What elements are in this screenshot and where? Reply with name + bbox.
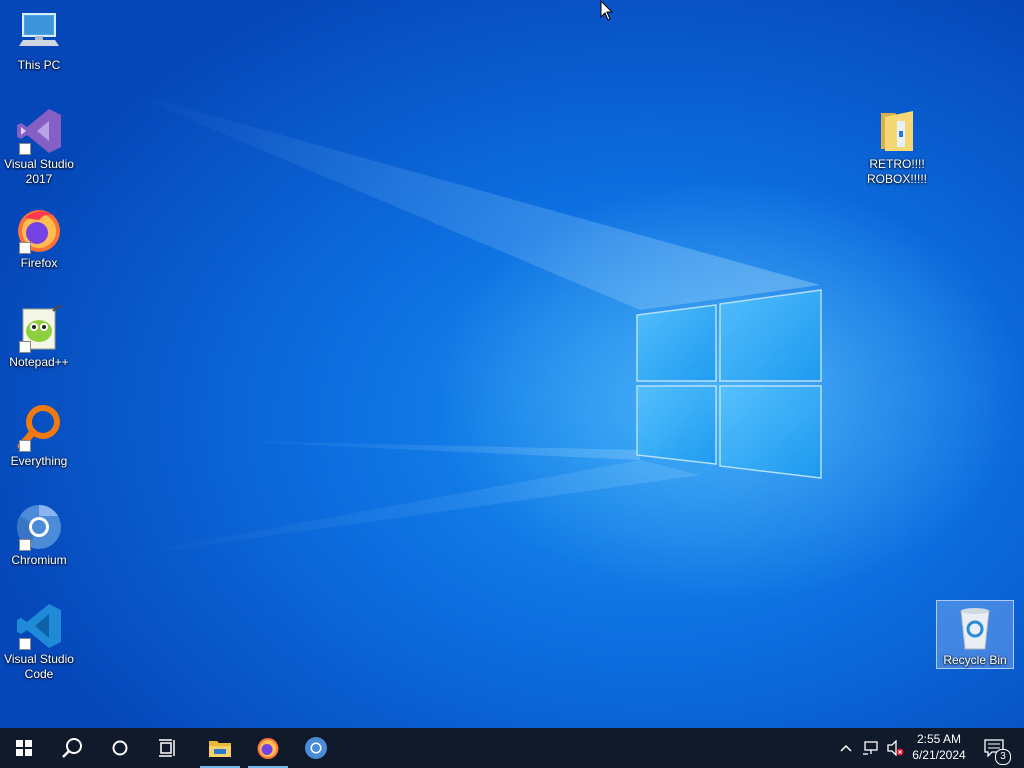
desktop-icon-label: Visual Studio Code [4, 652, 74, 681]
folder-icon [873, 107, 921, 155]
search-button[interactable] [48, 728, 96, 768]
desktop-wallpaper: This PC Visual Studio 2017 Firefox Notep… [0, 0, 1024, 728]
shortcut-arrow-icon [19, 242, 31, 254]
start-button[interactable] [0, 728, 48, 768]
notepad-plus-plus-icon [15, 304, 63, 353]
desktop-icon-chromium[interactable]: Chromium [1, 503, 77, 568]
firefox-icon [15, 206, 63, 254]
shortcut-arrow-icon [19, 143, 31, 155]
windows-logo-icon [16, 740, 32, 756]
shortcut-arrow-icon [19, 341, 31, 353]
file-explorer-icon [209, 741, 231, 757]
desktop-icon-label: RETRO!!!! ROBOX!!!!! [866, 157, 927, 186]
firefox-taskbar-button[interactable] [244, 728, 292, 768]
desktop-icon-label: Firefox [20, 256, 58, 270]
windows-logo-wallpaper-icon [636, 289, 822, 479]
network-icon[interactable] [860, 728, 882, 768]
chromium-icon [15, 503, 63, 551]
this-pc-icon [15, 8, 63, 56]
action-center-button[interactable]: 3 [978, 728, 1011, 768]
file-explorer-button[interactable] [196, 728, 244, 768]
chromium-taskbar-button[interactable] [292, 728, 340, 768]
desktop-icon-notepad-plus-plus[interactable]: Notepad++ [1, 304, 77, 370]
cortana-button[interactable] [96, 728, 144, 768]
clock-time: 2:55 AM [916, 732, 962, 746]
notification-count-badge: 3 [995, 749, 1011, 765]
task-view-button[interactable] [144, 728, 192, 768]
desktop-icon-this-pc[interactable]: This PC [1, 8, 77, 73]
search-icon [62, 738, 82, 758]
vscode-icon [15, 602, 63, 650]
desktop-icon-recycle-bin[interactable]: Recycle Bin [936, 600, 1014, 669]
clock-date: 6/21/2024 [912, 748, 966, 762]
desktop-icon-visual-studio-2017[interactable]: Visual Studio 2017 [1, 107, 77, 187]
taskbar-clock[interactable]: 2:55 AM 6/21/2024 [904, 731, 974, 763]
recycle-bin-icon [951, 603, 999, 651]
everything-search-icon [15, 404, 63, 452]
desktop-icon-visual-studio-code[interactable]: Visual Studio Code [1, 602, 77, 682]
volume-muted-icon[interactable] [884, 728, 906, 768]
desktop-icon-everything[interactable]: Everything [1, 404, 77, 469]
desktop-icon-label: This PC [17, 58, 61, 72]
desktop-icon-retro-robox-folder[interactable]: RETRO!!!! ROBOX!!!!! [859, 107, 935, 187]
visual-studio-icon [15, 107, 63, 155]
task-view-icon [159, 739, 175, 757]
shortcut-arrow-icon [19, 440, 31, 452]
desktop-icon-label: Notepad++ [9, 355, 69, 369]
mouse-cursor-icon [600, 0, 614, 21]
desktop-icon-firefox[interactable]: Firefox [1, 206, 77, 271]
desktop-icon-label: Chromium [11, 553, 67, 567]
desktop-icon-label: Everything [10, 454, 68, 468]
taskbar: 2:55 AM 6/21/2024 3 [0, 728, 1024, 768]
firefox-icon [257, 738, 279, 759]
desktop-icon-label: Recycle Bin [943, 653, 1007, 667]
chromium-icon [305, 737, 327, 759]
cortana-circle-icon [112, 740, 128, 756]
tray-overflow-chevron-icon[interactable] [836, 728, 856, 768]
shortcut-arrow-icon [19, 539, 31, 551]
desktop-icon-label: Visual Studio 2017 [4, 157, 74, 186]
shortcut-arrow-icon [19, 638, 31, 650]
